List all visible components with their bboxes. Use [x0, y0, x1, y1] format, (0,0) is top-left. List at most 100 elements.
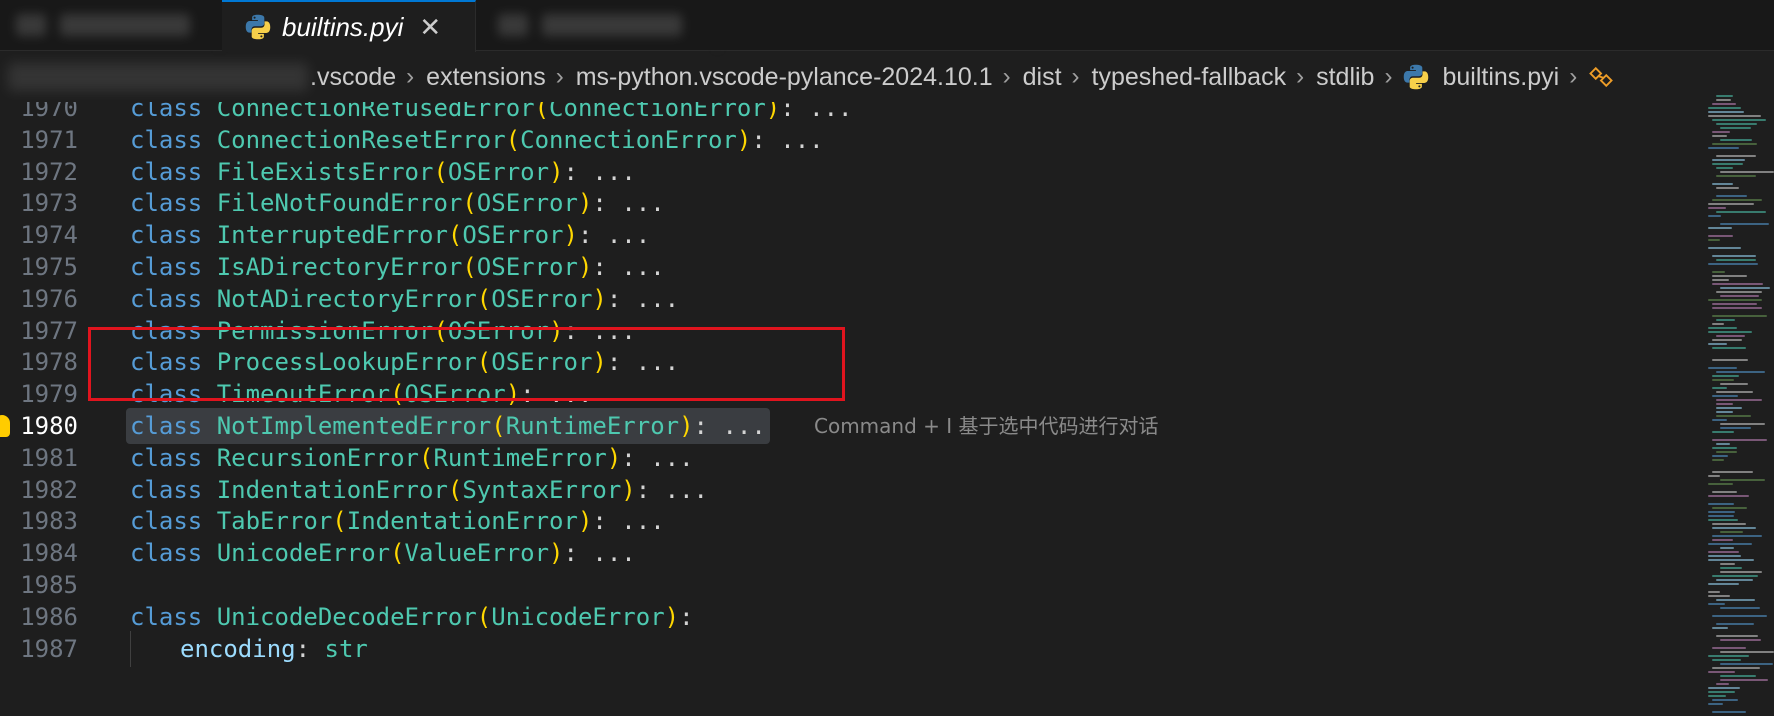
class-name: NotImplementedError: [216, 412, 492, 440]
punctuation: :: [577, 221, 593, 250]
class-name: UnicodeError: [216, 539, 391, 568]
code-line[interactable]: 1976 class NotADirectoryError(OSError): .…: [0, 281, 1700, 317]
minimap[interactable]: [1708, 95, 1774, 716]
minimap-line: [1708, 695, 1726, 697]
keyword: class: [130, 253, 203, 281]
breadcrumb-item-pylance[interactable]: ms-python.vscode-pylance-2024.10.1: [576, 63, 993, 92]
minimap-line: [1712, 455, 1728, 457]
minimap-line: [1712, 271, 1725, 273]
breadcrumb-item-vscode[interactable]: .vscode: [310, 63, 396, 92]
keyword: class: [130, 412, 203, 440]
breadcrumb-item-typeshed[interactable]: typeshed-fallback: [1092, 63, 1287, 92]
code-line[interactable]: 1972 class FileExistsError(OSError): ...: [0, 154, 1700, 190]
paren: (: [491, 412, 506, 440]
code-line[interactable]: 1987 encoding: str: [0, 630, 1700, 667]
code-text: encoding: str: [180, 631, 368, 667]
minimap-line: [1716, 319, 1735, 321]
close-icon[interactable]: ✕: [419, 12, 441, 43]
minimap-line: [1720, 663, 1773, 665]
line-number: 1985: [20, 571, 78, 599]
minimap-line: [1712, 395, 1738, 397]
paren: ): [577, 189, 593, 218]
base-class-name: OSError: [476, 253, 578, 281]
keyword: class: [130, 125, 203, 154]
ellipsis: ...: [592, 157, 636, 186]
minimap-line: [1712, 283, 1763, 285]
minimap-line: [1712, 627, 1728, 629]
paren: ): [549, 157, 564, 186]
punctuation: :: [592, 507, 607, 536]
line-number: 1983: [20, 507, 78, 536]
code-line[interactable]: 1973 class FileNotFoundError(OSError): ..…: [0, 185, 1700, 221]
code-line[interactable]: 1985: [0, 567, 1700, 603]
base-class-name: IndentationError: [346, 507, 578, 536]
code-line[interactable]: 1984 class UnicodeError(ValueError): ...: [0, 535, 1700, 571]
minimap-line: [1716, 195, 1747, 197]
line-number: 1980: [20, 412, 78, 440]
minimap-line: [1712, 255, 1756, 257]
minimap-line: [1720, 563, 1735, 565]
punctuation: :: [606, 284, 622, 313]
code-text: class FileExistsError(OSError): ...: [130, 154, 636, 190]
minimap-line: [1708, 595, 1730, 597]
minimap-line: [1708, 299, 1762, 301]
paren: ): [577, 507, 593, 536]
indent-guide: [130, 630, 131, 667]
code-line[interactable]: 1983 class TabError(IndentationError): ..…: [0, 503, 1700, 539]
paren: ): [679, 412, 694, 440]
ellipsis: ...: [780, 125, 824, 154]
code-line[interactable]: 1982 class IndentationError(SyntaxError):…: [0, 472, 1700, 508]
minimap-line: [1720, 607, 1760, 609]
punctuation: :: [563, 539, 578, 568]
minimap-line: [1708, 671, 1735, 673]
breadcrumb-item-stdlib[interactable]: stdlib: [1316, 63, 1374, 92]
punctuation: :: [693, 412, 708, 440]
minimap-line: [1712, 307, 1762, 309]
minimap-line: [1712, 667, 1760, 669]
keyword: class: [130, 475, 203, 504]
minimap-line: [1716, 579, 1753, 581]
paren: ): [621, 475, 636, 504]
code-line[interactable]: 1971 class ConnectionResetError(Connectio…: [0, 122, 1700, 158]
paren: (: [447, 221, 463, 250]
minimap-line: [1712, 279, 1729, 281]
tab-blurred-2[interactable]: [478, 0, 718, 50]
breadcrumb-item-extensions[interactable]: extensions: [426, 63, 546, 92]
code-line[interactable]: 1986 class UnicodeDecodeError(UnicodeErro…: [0, 599, 1700, 635]
inline-chat-hint[interactable]: Command + I 基于选中代码进行对话: [814, 408, 1159, 444]
minimap-line: [1716, 599, 1755, 601]
minimap-line: [1712, 711, 1746, 713]
code-editor[interactable]: 1970 class ConnectionRefusedError(Connect…: [0, 102, 1700, 716]
breadcrumb-item-dist[interactable]: dist: [1023, 63, 1062, 92]
minimap-line: [1720, 287, 1770, 289]
keyword: class: [130, 507, 203, 536]
code-line[interactable]: 1980 class NotImplementedError(RuntimeErr…: [0, 408, 1700, 444]
minimap-line: [1708, 263, 1758, 265]
python-file-icon: [245, 14, 271, 40]
lightbulb-icon[interactable]: [0, 415, 10, 437]
ellipsis: ...: [650, 443, 694, 472]
punctuation: :: [621, 443, 636, 472]
code-text: class NotImplementedError(RuntimeError):…: [126, 408, 770, 444]
class-name: InterruptedError: [216, 221, 448, 250]
minimap-line: [1708, 687, 1740, 689]
paren: ): [577, 253, 593, 281]
code-line[interactable]: 1975 class IsADirectoryError(OSError): ..…: [0, 249, 1700, 285]
breadcrumb-item-builtins[interactable]: builtins.pyi: [1442, 63, 1559, 92]
minimap-line: [1712, 659, 1741, 661]
chevron-right-icon: ›: [1569, 63, 1578, 90]
minimap-line: [1712, 347, 1746, 349]
code-line[interactable]: 1974 class InterruptedError(OSError): ...: [0, 217, 1700, 253]
paren: ): [664, 602, 680, 631]
tab-blurred-1[interactable]: [0, 0, 220, 50]
code-line[interactable]: 1981 class RecursionError(RuntimeError): …: [0, 440, 1700, 476]
minimap-line: [1712, 339, 1742, 341]
tab-builtins-pyi[interactable]: builtins.pyi ✕: [222, 0, 476, 52]
minimap-line: [1708, 327, 1737, 329]
code-text: class UnicodeDecodeError(UnicodeError):: [130, 599, 694, 635]
minimap-line: [1716, 415, 1751, 417]
punctuation: :: [679, 602, 694, 631]
minimap-line: [1720, 127, 1751, 129]
line-number: 1982: [20, 475, 78, 504]
minimap-line: [1708, 367, 1737, 369]
